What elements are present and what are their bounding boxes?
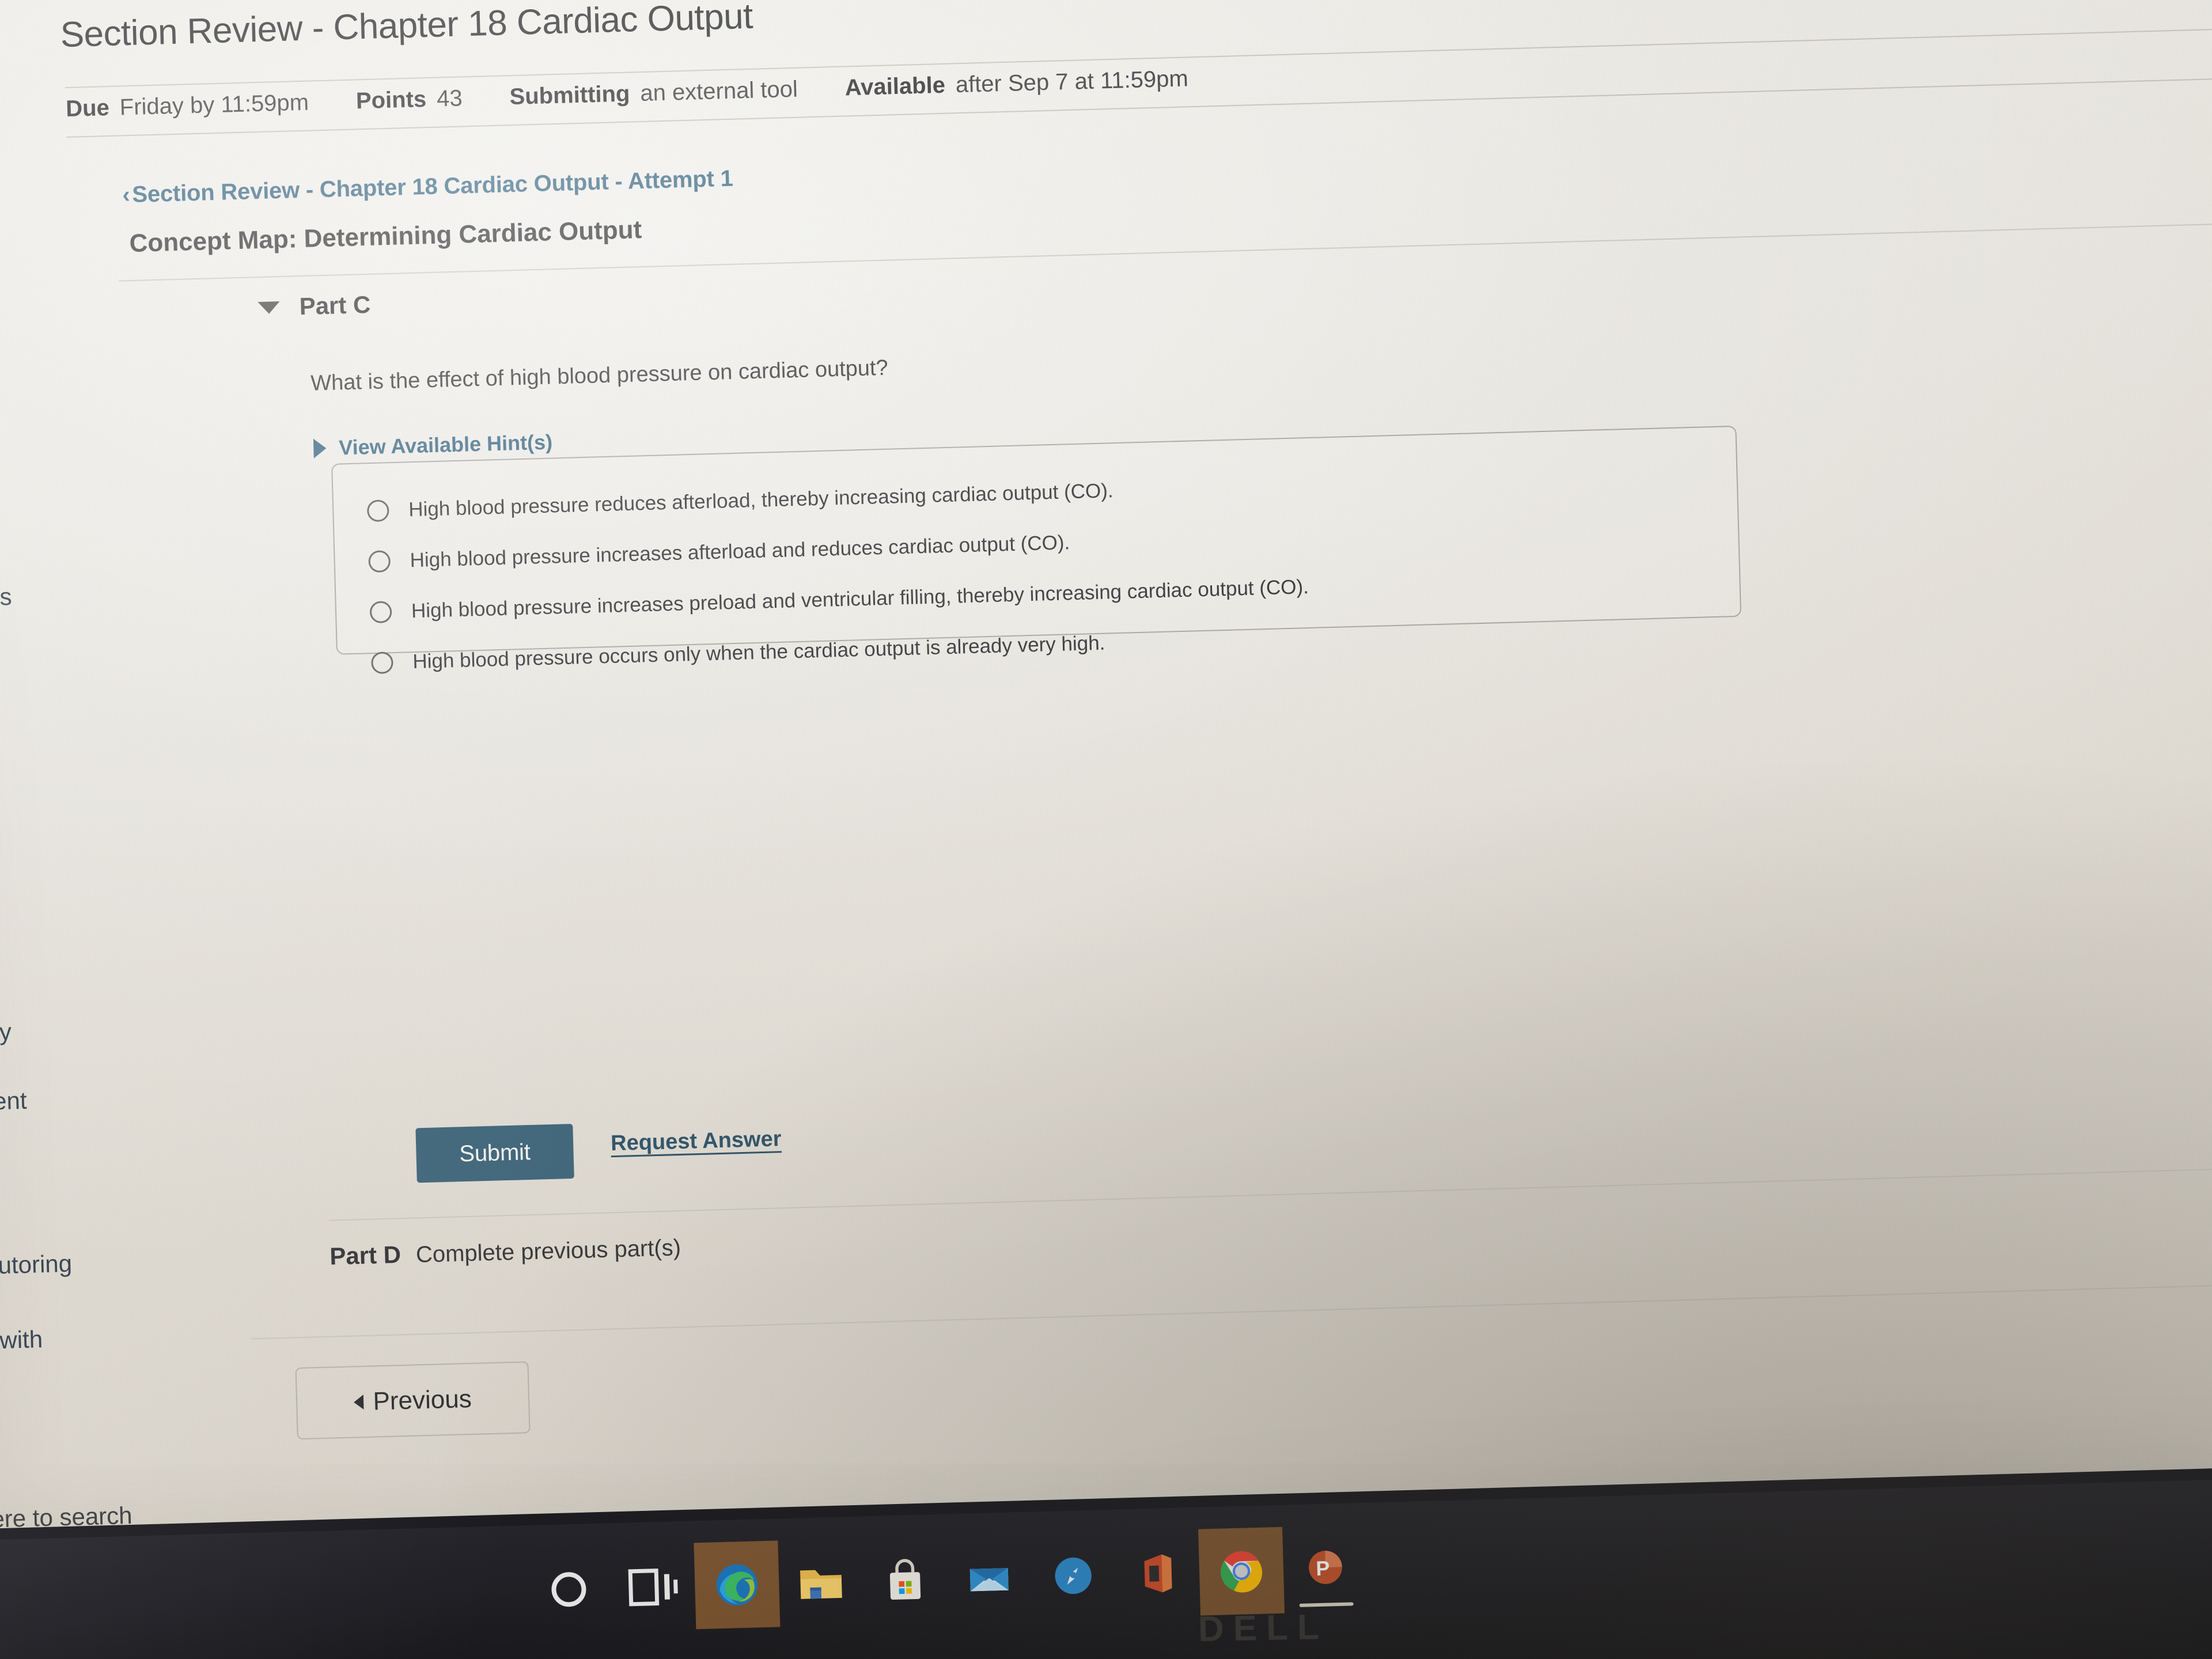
caret-left-icon [354,1394,364,1410]
page-title: Section Review - Chapter 18 Cardiac Outp… [59,0,753,55]
points-value: 43 [436,85,463,112]
windows-search-input[interactable]: ere to search [0,1502,132,1533]
sidebar-item-fragment-5[interactable]: dent [0,1087,27,1116]
cortana-icon[interactable] [525,1545,612,1634]
divider-above-part-d [328,1166,2212,1221]
question-text: What is the effect of high blood pressur… [310,355,889,396]
concept-map-title: Concept Map: Determining Cardiac Output [128,215,642,258]
assignment-meta: Due Friday by 11:59pm Points 43 Submitti… [66,66,1189,122]
view-hints-toggle[interactable]: View Available Hint(s) [313,430,553,460]
photo-of-monitor: Section Review - Chapter 18 Cardiac Outp… [0,0,2212,1659]
radio-button-d[interactable] [370,652,393,675]
mail-icon[interactable] [946,1534,1032,1623]
sidebar-item-fragment-8[interactable]: n [0,1358,1,1387]
available-label: Available [844,72,946,101]
available-value: after Sep 7 at 11:59pm [955,66,1189,98]
microsoft-office-icon[interactable] [1114,1529,1200,1618]
file-explorer-icon[interactable] [778,1538,864,1627]
sidebar-item-fragment-0[interactable]: ents [0,583,12,612]
breadcrumb-back-link[interactable]: ‹Section Review - Chapter 18 Cardiac Out… [122,166,733,209]
part-d-label: Part D [329,1241,402,1270]
sidebar-item-fragment-7[interactable]: t with [0,1325,43,1355]
submitting-label: Submitting [509,81,630,110]
due-label: Due [65,95,110,122]
sidebar-item-fragment-6[interactable]: Tutoring [0,1250,73,1280]
answer-choice-b-label: High blood pressure increases afterload … [410,531,1070,572]
answer-choice-d-label: High blood pressure occurs only when the… [412,631,1105,673]
task-view-icon[interactable] [609,1543,696,1631]
dell-brand-logo: DELL [1198,1607,1329,1650]
chevron-left-icon: ‹ [122,182,131,208]
chevron-right-icon [313,438,327,459]
due-value: Friday by 11:59pm [119,89,309,120]
radio-button-a[interactable] [366,499,389,522]
submitting-value: an external tool [639,76,798,107]
radio-button-c[interactable] [369,601,392,624]
radio-button-b[interactable] [368,550,391,573]
request-answer-link[interactable]: Request Answer [611,1127,782,1156]
previous-label: Previous [372,1384,472,1415]
sidebar-item-fragment-4[interactable]: ary [0,1018,12,1047]
divider-above-previous [251,1283,2212,1340]
part-d-row[interactable]: Part D Complete previous part(s) [329,1233,681,1270]
sidebar-item-fragment-3[interactable]: ch [0,944,2,972]
powerpoint-icon[interactable]: P [1282,1525,1369,1613]
chevron-down-icon[interactable] [257,301,280,314]
answer-choice-a-label: High blood pressure reduces afterload, t… [408,479,1114,521]
microsoft-store-icon[interactable] [862,1536,948,1624]
microsoft-edge-icon[interactable] [694,1540,781,1630]
view-hints-label: View Available Hint(s) [338,430,553,460]
submit-button[interactable]: Submit [415,1123,574,1183]
points-label: Points [355,86,427,114]
previous-button[interactable]: Previous [295,1361,531,1440]
breadcrumb-label: Section Review - Chapter 18 Cardiac Outp… [131,165,734,208]
answer-choices-list: High blood pressure reduces afterload, t… [366,448,1766,688]
part-c-label: Part C [299,290,371,320]
part-d-status: Complete previous part(s) [415,1234,681,1268]
google-chrome-icon[interactable] [1198,1527,1285,1616]
settings-compass-icon[interactable] [1030,1532,1116,1620]
browser-page: Section Review - Chapter 18 Cardiac Outp… [0,0,2212,1532]
svg-text:P: P [1316,1557,1330,1581]
part-c-header[interactable]: Part C [257,291,371,321]
